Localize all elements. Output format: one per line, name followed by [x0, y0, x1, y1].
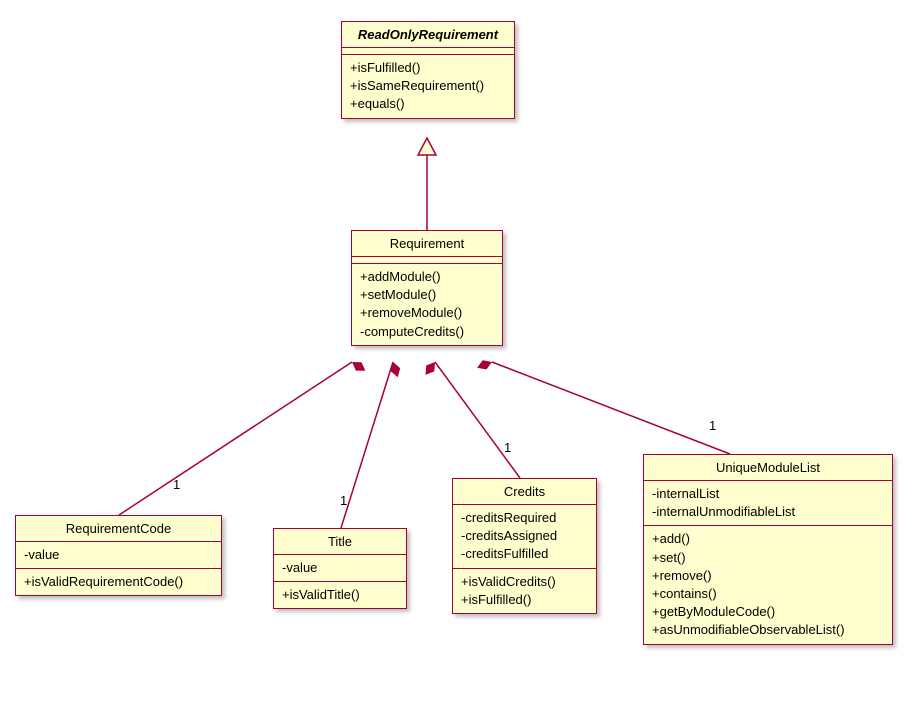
op: +getByModuleCode()	[652, 603, 884, 621]
class-title: Requirement	[352, 231, 502, 257]
attrs-section: -internalList -internalUnmodifiableList	[644, 481, 892, 526]
op: +setModule()	[360, 286, 494, 304]
ops-section: +add() +set() +remove() +contains() +get…	[644, 526, 892, 643]
class-uniquemodulelist: UniqueModuleList -internalList -internal…	[643, 454, 893, 645]
multiplicity-uniquemodulelist: 1	[709, 418, 716, 433]
attrs-section: -value	[16, 542, 221, 569]
class-readonlyrequirement: ReadOnlyRequirement +isFulfilled() +isSa…	[341, 21, 515, 119]
class-requirement: Requirement +addModule() +setModule() +r…	[351, 230, 503, 346]
class-title-box: Title -value +isValidTitle()	[273, 528, 407, 609]
attr: -creditsFulfilled	[461, 545, 588, 563]
op: +contains()	[652, 585, 884, 603]
op: +isValidCredits()	[461, 573, 588, 591]
op: +isFulfilled()	[461, 591, 588, 609]
attr: -value	[282, 559, 398, 577]
ops-section: +isValidTitle()	[274, 582, 406, 608]
op: +remove()	[652, 567, 884, 585]
ops-section: +addModule() +setModule() +removeModule(…	[352, 264, 502, 345]
multiplicity-credits: 1	[504, 440, 511, 455]
multiplicity-requirementcode: 1	[173, 477, 180, 492]
op: +add()	[652, 530, 884, 548]
multiplicity-title: 1	[340, 493, 347, 508]
attrs-section	[352, 257, 502, 264]
ops-section: +isValidRequirementCode()	[16, 569, 221, 595]
op: +removeModule()	[360, 304, 494, 322]
attr: -creditsRequired	[461, 509, 588, 527]
attr: -value	[24, 546, 213, 564]
class-title: Credits	[453, 479, 596, 505]
class-title: RequirementCode	[16, 516, 221, 542]
op: -computeCredits()	[360, 323, 494, 341]
class-requirementcode: RequirementCode -value +isValidRequireme…	[15, 515, 222, 596]
ops-section: +isFulfilled() +isSameRequirement() +equ…	[342, 55, 514, 118]
attrs-section: -value	[274, 555, 406, 582]
op: +isValidTitle()	[282, 586, 398, 604]
ops-section: +isValidCredits() +isFulfilled()	[453, 569, 596, 613]
class-title: UniqueModuleList	[644, 455, 892, 481]
class-title: Title	[274, 529, 406, 555]
op: +set()	[652, 549, 884, 567]
attrs-section: -creditsRequired -creditsAssigned -credi…	[453, 505, 596, 569]
op: +equals()	[350, 95, 506, 113]
attr: -internalList	[652, 485, 884, 503]
attrs-section	[342, 48, 514, 55]
op: +isSameRequirement()	[350, 77, 506, 95]
op: +isFulfilled()	[350, 59, 506, 77]
attr: -internalUnmodifiableList	[652, 503, 884, 521]
op: +asUnmodifiableObservableList()	[652, 621, 884, 639]
op: +isValidRequirementCode()	[24, 573, 213, 591]
attr: -creditsAssigned	[461, 527, 588, 545]
op: +addModule()	[360, 268, 494, 286]
class-credits: Credits -creditsRequired -creditsAssigne…	[452, 478, 597, 614]
class-title: ReadOnlyRequirement	[342, 22, 514, 48]
